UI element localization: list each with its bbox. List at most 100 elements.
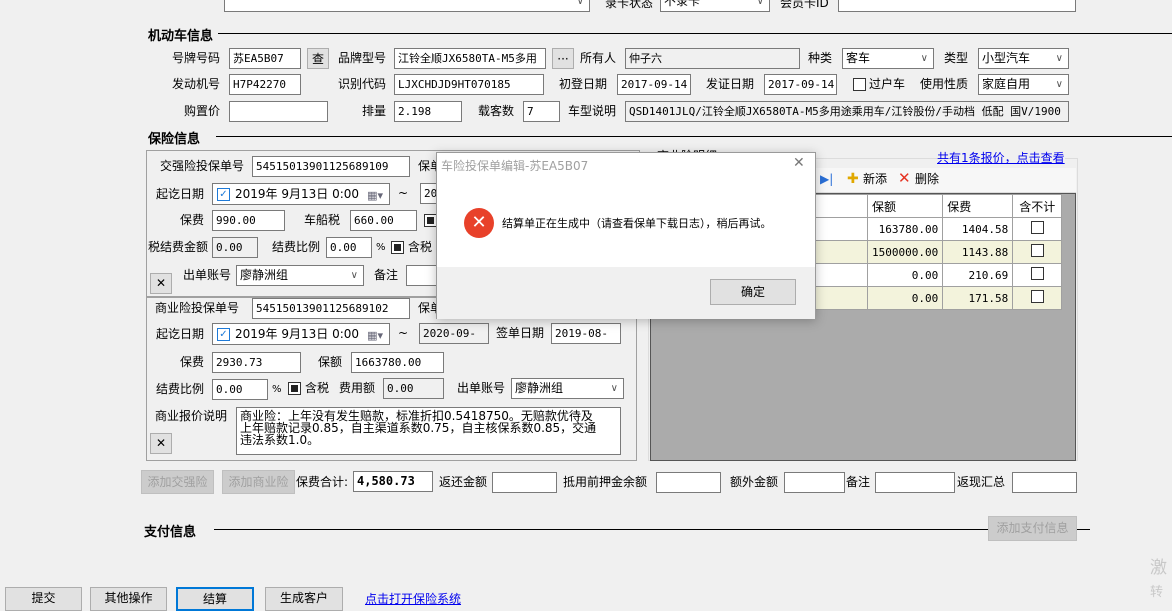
row-checkbox[interactable] [1030, 221, 1044, 234]
plate-input[interactable]: 苏EA5B07 [229, 48, 301, 69]
sy-start-date-picker[interactable]: ✓ 2019年 9月13日 0:00 ▦▾ [212, 323, 390, 345]
plus-icon: ✚ [847, 171, 859, 187]
jq-tax-input[interactable]: 660.00 [350, 210, 417, 231]
row-amount: 1500000.00 [866, 240, 944, 264]
top-select[interactable]: ∨ [224, 0, 590, 12]
chevron-down-icon: ∨ [1055, 53, 1063, 64]
create-customer-button[interactable]: 生成客户 [265, 587, 343, 611]
member-id-input[interactable] [838, 0, 1076, 12]
chevron-down-icon: ∨ [756, 0, 764, 7]
payment-section-title: 支付信息 [144, 525, 197, 540]
sy-remove-button[interactable]: ✕ [150, 433, 172, 454]
model-desc-input[interactable]: QSD1401JLQ/江铃全顺JX6580TA-M5多用途乘用车/江铃股份/手动… [625, 101, 1069, 122]
add-row-button[interactable]: 新添 [863, 169, 887, 189]
brand-input[interactable]: 江铃全顺JX6580TA-M5多用途 [394, 48, 546, 69]
type-select[interactable]: 小型汽车 ∨ [978, 48, 1069, 69]
sy-premium-input[interactable]: 2930.73 [212, 352, 301, 373]
kind-select[interactable]: 客车 ∨ [842, 48, 934, 69]
jq-premium-input[interactable]: 990.00 [212, 210, 285, 231]
col-header-nondeductible[interactable]: 含不计 [1012, 194, 1063, 218]
sy-sign-input[interactable]: 2019-08-07 [551, 323, 621, 344]
row-checkbox[interactable] [1030, 290, 1044, 303]
model-desc-label: 车型说明 [568, 104, 617, 118]
row-amount: 0.00 [866, 286, 944, 310]
type-label: 类型 [944, 51, 969, 65]
sy-end-date-input[interactable]: 2020-09-12 [419, 323, 489, 344]
jq-ratio-input[interactable]: 0.00 [326, 237, 372, 258]
vin-label: 识别代码 [338, 77, 387, 91]
calendar-icon[interactable]: ▦▾ [367, 186, 383, 206]
sy-incl-tax-checkbox[interactable] [288, 382, 301, 395]
check-icon[interactable]: ✓ [217, 328, 230, 341]
jq-remove-button[interactable]: ✕ [150, 273, 172, 294]
open-insurance-system-link[interactable]: 点击打开保险系统 [365, 590, 461, 607]
sy-fee-input[interactable]: 0.00 [383, 378, 444, 399]
sy-desc-textarea[interactable]: 商业险：上年没有发生赔款，标准折扣0.5418750。无赔款优待及上年赔款记录0… [236, 407, 621, 455]
watermark-line1: 激 [1150, 558, 1167, 578]
error-dialog: 车险投保单编辑-苏EA5B07 ✕ ✕ 结算单正在生成中（请查看保单下载日志），… [436, 152, 816, 319]
jq-start-date-picker[interactable]: ✓ 2019年 9月13日 0:00 ▦▾ [212, 183, 390, 205]
engine-input[interactable]: H7P42270 [229, 74, 301, 95]
quote-link[interactable]: 共有1条报价，点击查看 [937, 149, 1065, 166]
kind-value: 客车 [846, 51, 871, 65]
extra-label: 额外金额 [730, 475, 779, 489]
jq-tax-fee-input[interactable]: 0.00 [212, 237, 258, 258]
brand-more-button[interactable]: ··· [552, 48, 574, 69]
jq-incl-tax-checkbox[interactable] [391, 241, 404, 254]
member-id-label: 会员卡ID [780, 0, 829, 10]
refund-input[interactable] [492, 472, 557, 493]
remark-label: 备注 [846, 475, 871, 489]
remark-input[interactable] [875, 472, 955, 493]
cashback-label: 返现汇总 [957, 475, 1006, 489]
row-checkbox[interactable] [1030, 267, 1044, 280]
percent-sign: % [376, 242, 386, 253]
chevron-down-icon: ∨ [1055, 79, 1063, 90]
transfer-checkbox[interactable] [853, 78, 866, 91]
check-icon[interactable]: ✓ [217, 188, 230, 201]
add-sy-button[interactable]: 添加商业险 [222, 470, 295, 494]
jq-account-select[interactable]: 廖静洲组 ∨ [236, 265, 364, 286]
sy-amount-input[interactable]: 1663780.00 [351, 352, 444, 373]
jq-policy-input[interactable]: 54515013901125689109 [252, 156, 410, 177]
owner-input[interactable]: 仲子六 [625, 48, 800, 69]
settle-button[interactable]: 结算 [176, 587, 254, 611]
delete-row-button[interactable]: 删除 [915, 169, 939, 189]
plate-label: 号牌号码 [172, 51, 221, 65]
dialog-message: 结算单正在生成中（请查看保单下载日志），稍后再试。 [502, 217, 772, 230]
submit-button[interactable]: 提交 [5, 587, 82, 611]
sy-amount-label: 保额 [318, 355, 343, 369]
usage-select[interactable]: 家庭自用 ∨ [978, 74, 1069, 95]
refund-label: 返还金额 [439, 475, 488, 489]
ok-button[interactable]: 确定 [710, 279, 796, 305]
sy-policy-input[interactable]: 54515013901125689102 [252, 298, 410, 319]
reg-date-input[interactable]: 2017-09-14 [617, 74, 691, 95]
card-status-label: 录卡状态 [605, 0, 654, 10]
sy-account-select[interactable]: 廖静洲组 ∨ [511, 378, 624, 399]
brand-label: 品牌型号 [338, 51, 387, 65]
col-header-premium[interactable]: 保费 [942, 194, 1014, 218]
extra-input[interactable] [784, 472, 845, 493]
other-actions-button[interactable]: 其他操作 [90, 587, 167, 611]
sy-sign-label: 签单日期 [496, 326, 545, 340]
displacement-input[interactable]: 2.198 [394, 101, 462, 122]
total-input[interactable]: 4,580.73 [353, 471, 433, 492]
divider [218, 33, 1172, 34]
plate-lookup-button[interactable]: 查 [307, 48, 329, 69]
last-record-icon[interactable]: ▶| [820, 172, 833, 186]
add-payment-button[interactable]: 添加支付信息 [988, 516, 1077, 541]
price-input[interactable] [229, 101, 328, 122]
row-checkbox[interactable] [1030, 244, 1044, 257]
card-status-select[interactable]: 不录卡 ∨ [660, 0, 770, 12]
vin-input[interactable]: LJXCHDJD9HT070185 [394, 74, 544, 95]
issue-date-label: 发证日期 [706, 77, 755, 91]
close-icon[interactable]: ✕ [793, 155, 805, 171]
col-header-amount[interactable]: 保额 [866, 194, 944, 218]
sy-ratio-input[interactable]: 0.00 [212, 379, 268, 400]
add-jq-button[interactable]: 添加交强险 [141, 470, 214, 494]
deposit-input[interactable] [656, 472, 721, 493]
calendar-icon[interactable]: ▦▾ [367, 326, 383, 346]
cashback-input[interactable] [1012, 472, 1077, 493]
seats-input[interactable]: 7 [523, 101, 560, 122]
owner-label: 所有人 [580, 51, 617, 65]
issue-date-input[interactable]: 2017-09-14 [764, 74, 837, 95]
